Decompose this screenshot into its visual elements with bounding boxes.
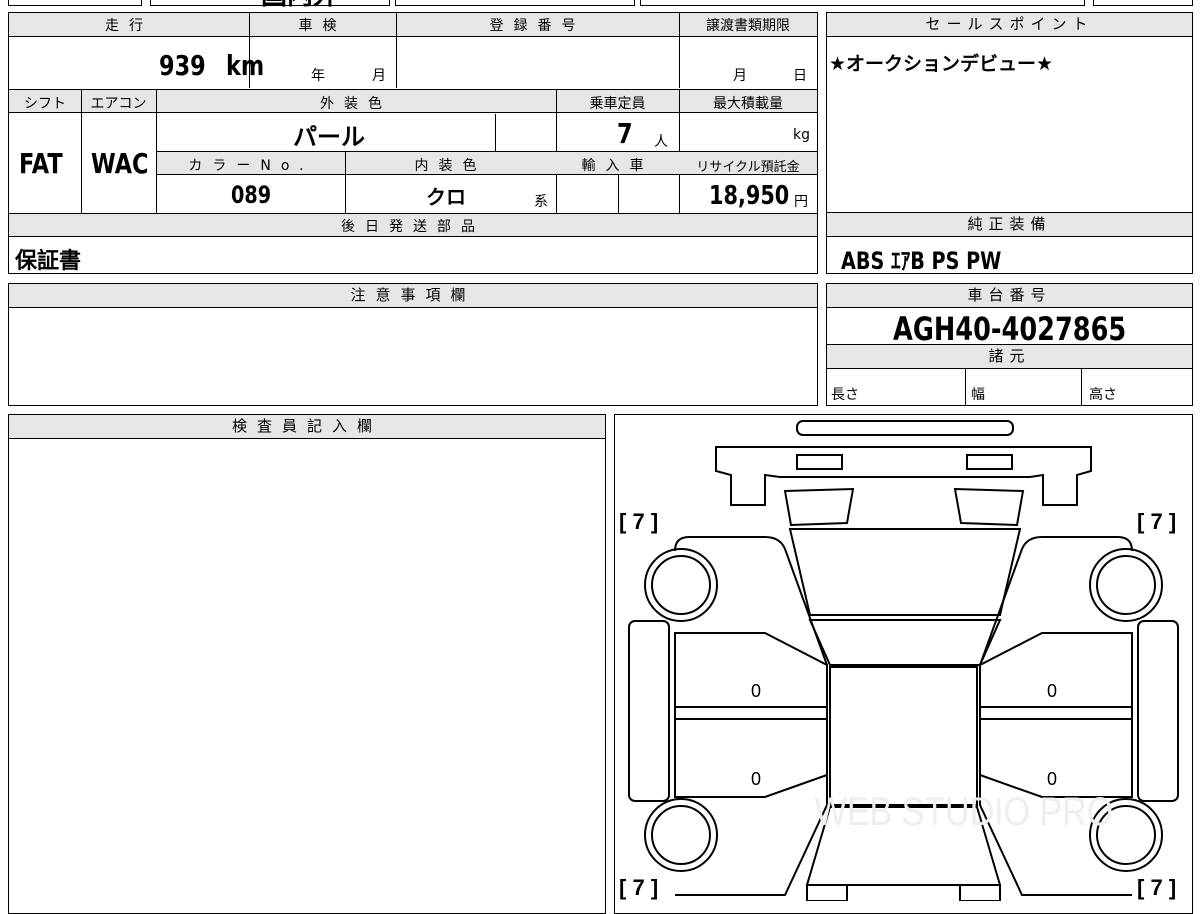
windshield <box>808 619 1002 666</box>
tire-front-right <box>1089 548 1163 622</box>
inspector-header: 検査員記入欄 <box>9 415 605 439</box>
standard-equipment-box: 純正装備 ABS ｴｱB PS PW <box>826 212 1193 276</box>
top-strip-box-3 <box>395 0 635 6</box>
recycle-number: 18,950 <box>709 181 790 211</box>
exterior-color-value: パール <box>293 117 365 152</box>
capacity-value: 7 <box>617 117 636 150</box>
tire-mark-rear-left: [ 7 ] <box>619 875 658 900</box>
standard-equipment-header: 純正装備 <box>827 213 1192 237</box>
standard-equipment-value: ABS ｴｱB PS PW <box>841 241 1041 276</box>
top-strip-box-2: 国内外 <box>150 0 390 11</box>
color-no-text: 089 <box>231 181 272 209</box>
interior-color-value: クロ <box>426 181 466 210</box>
front-bumper-bar <box>796 420 1014 436</box>
inspection-month-label: 月 <box>372 68 386 84</box>
specs-height-label: 高さ <box>1089 387 1117 403</box>
specs-header: 諸元 <box>827 345 1192 369</box>
roof <box>829 666 978 806</box>
exterior-color-header: 外装色 <box>320 96 392 112</box>
inspection-header: 車検 <box>298 18 347 34</box>
headlight-right <box>966 454 1013 470</box>
recycle-header: リサイクル預託金 <box>696 160 800 175</box>
tire-rear-left <box>644 798 718 872</box>
sales-point-header: セールスポイント <box>827 13 1192 37</box>
mileage-unit: km <box>226 49 265 82</box>
side-strip-right <box>979 706 1133 720</box>
transfer-day-label: 日 <box>793 68 807 84</box>
rear-bumper-right <box>959 884 1001 901</box>
specs-width-label: 幅 <box>971 387 985 403</box>
top-strip-box-5 <box>1093 0 1193 6</box>
exterior-color-text: パール <box>293 123 365 151</box>
color-no-value: 089 <box>231 181 281 209</box>
specs-length-label: 長さ <box>831 387 859 403</box>
side-panel-left-outer <box>628 620 670 802</box>
transfer-month-label: 月 <box>733 68 747 84</box>
transfer-deadline-header: 譲渡書類期限 <box>706 18 790 34</box>
vehicle-info-table: 走行 車検 登録番号 譲渡書類期限 939 km 年 月 月 日 シフト エアコ… <box>8 12 818 274</box>
top-strip-partial-text: 国内外 <box>261 0 339 12</box>
aircon-header: エアコン <box>90 96 147 112</box>
inspection-year-label: 年 <box>311 68 325 84</box>
mileage-value: 939 km <box>159 49 274 82</box>
headlight-left <box>796 454 843 470</box>
side-panel-right-outer <box>1137 620 1179 802</box>
standard-equipment-text: ABS ｴｱB PS PW <box>841 247 1002 275</box>
tire-front-left <box>644 548 718 622</box>
recycle-unit: 円 <box>794 194 808 210</box>
tire-mark-front-right: [ 7 ] <box>1137 509 1176 534</box>
import-header: 輸入車 <box>581 158 654 174</box>
later-shipped-value: 保証書 <box>15 249 82 274</box>
chassis-header: 車台番号 <box>827 284 1192 308</box>
max-load-unit: kg <box>793 127 810 143</box>
front-bumper <box>715 446 1092 506</box>
vehicle-diagram: WEB STUDIO PRO [ 7 ] [ 7 ] [ 7 ] [ 7 ] 0… <box>619 420 1179 901</box>
sales-point-box: セールスポイント ★オークションデビュー★ <box>826 12 1193 213</box>
side-strip-left <box>674 706 828 720</box>
hood <box>788 528 1022 616</box>
door-mark-front-right: 0 <box>1047 681 1057 701</box>
tire-mark-rear-right: [ 7 ] <box>1137 875 1176 900</box>
capacity-unit: 人 <box>654 134 668 150</box>
chassis-number: AGH40-4027865 <box>893 310 1127 348</box>
top-strip-box-4 <box>640 0 1085 6</box>
notes-header: 注意事項欄 <box>9 284 817 308</box>
mileage-header: 走行 <box>105 18 153 34</box>
aircon-value-text: WAC <box>91 147 149 180</box>
max-load-header: 最大積載量 <box>713 96 783 112</box>
shift-value-text: FAT <box>19 147 63 180</box>
sales-point-value: ★オークションデビュー★ <box>829 53 1054 75</box>
interior-color-suffix: 系 <box>534 194 548 210</box>
capacity-number: 7 <box>617 117 633 150</box>
front-fender-right <box>953 487 1025 527</box>
aircon-value: WAC <box>91 147 163 180</box>
capacity-header: 乗車定員 <box>589 96 646 112</box>
inspector-box: 検査員記入欄 <box>8 414 606 914</box>
tire-mark-front-left: [ 7 ] <box>619 509 658 534</box>
notes-box: 注意事項欄 <box>8 283 818 406</box>
door-mark-rear-left: 0 <box>751 769 761 789</box>
chassis-box: 車台番号 AGH40-4027865 諸元 長さ 幅 高さ <box>826 283 1193 406</box>
vehicle-diagram-box: WEB STUDIO PRO [ 7 ] [ 7 ] [ 7 ] [ 7 ] 0… <box>614 414 1193 914</box>
mileage-number: 939 <box>159 49 206 82</box>
shift-value: FAT <box>19 147 74 180</box>
diagram-watermark: WEB STUDIO PRO <box>815 788 1113 833</box>
top-strip-box-1 <box>8 0 142 6</box>
chassis-value: AGH40-4027865 <box>893 310 1184 348</box>
body-outline-right <box>979 536 1133 896</box>
later-shipped-header: 後日発送部品 <box>341 219 485 235</box>
color-no-header: カラーNo. <box>188 158 314 174</box>
interior-color-text: クロ <box>426 185 466 209</box>
door-mark-front-left: 0 <box>751 681 761 701</box>
interior-color-header: 内装色 <box>414 158 487 174</box>
rear-bumper-left <box>806 884 848 901</box>
door-mark-rear-right: 0 <box>1047 769 1057 789</box>
shift-header: シフト <box>24 96 66 112</box>
front-fender-left <box>783 487 855 527</box>
registration-header: 登録番号 <box>489 18 586 34</box>
